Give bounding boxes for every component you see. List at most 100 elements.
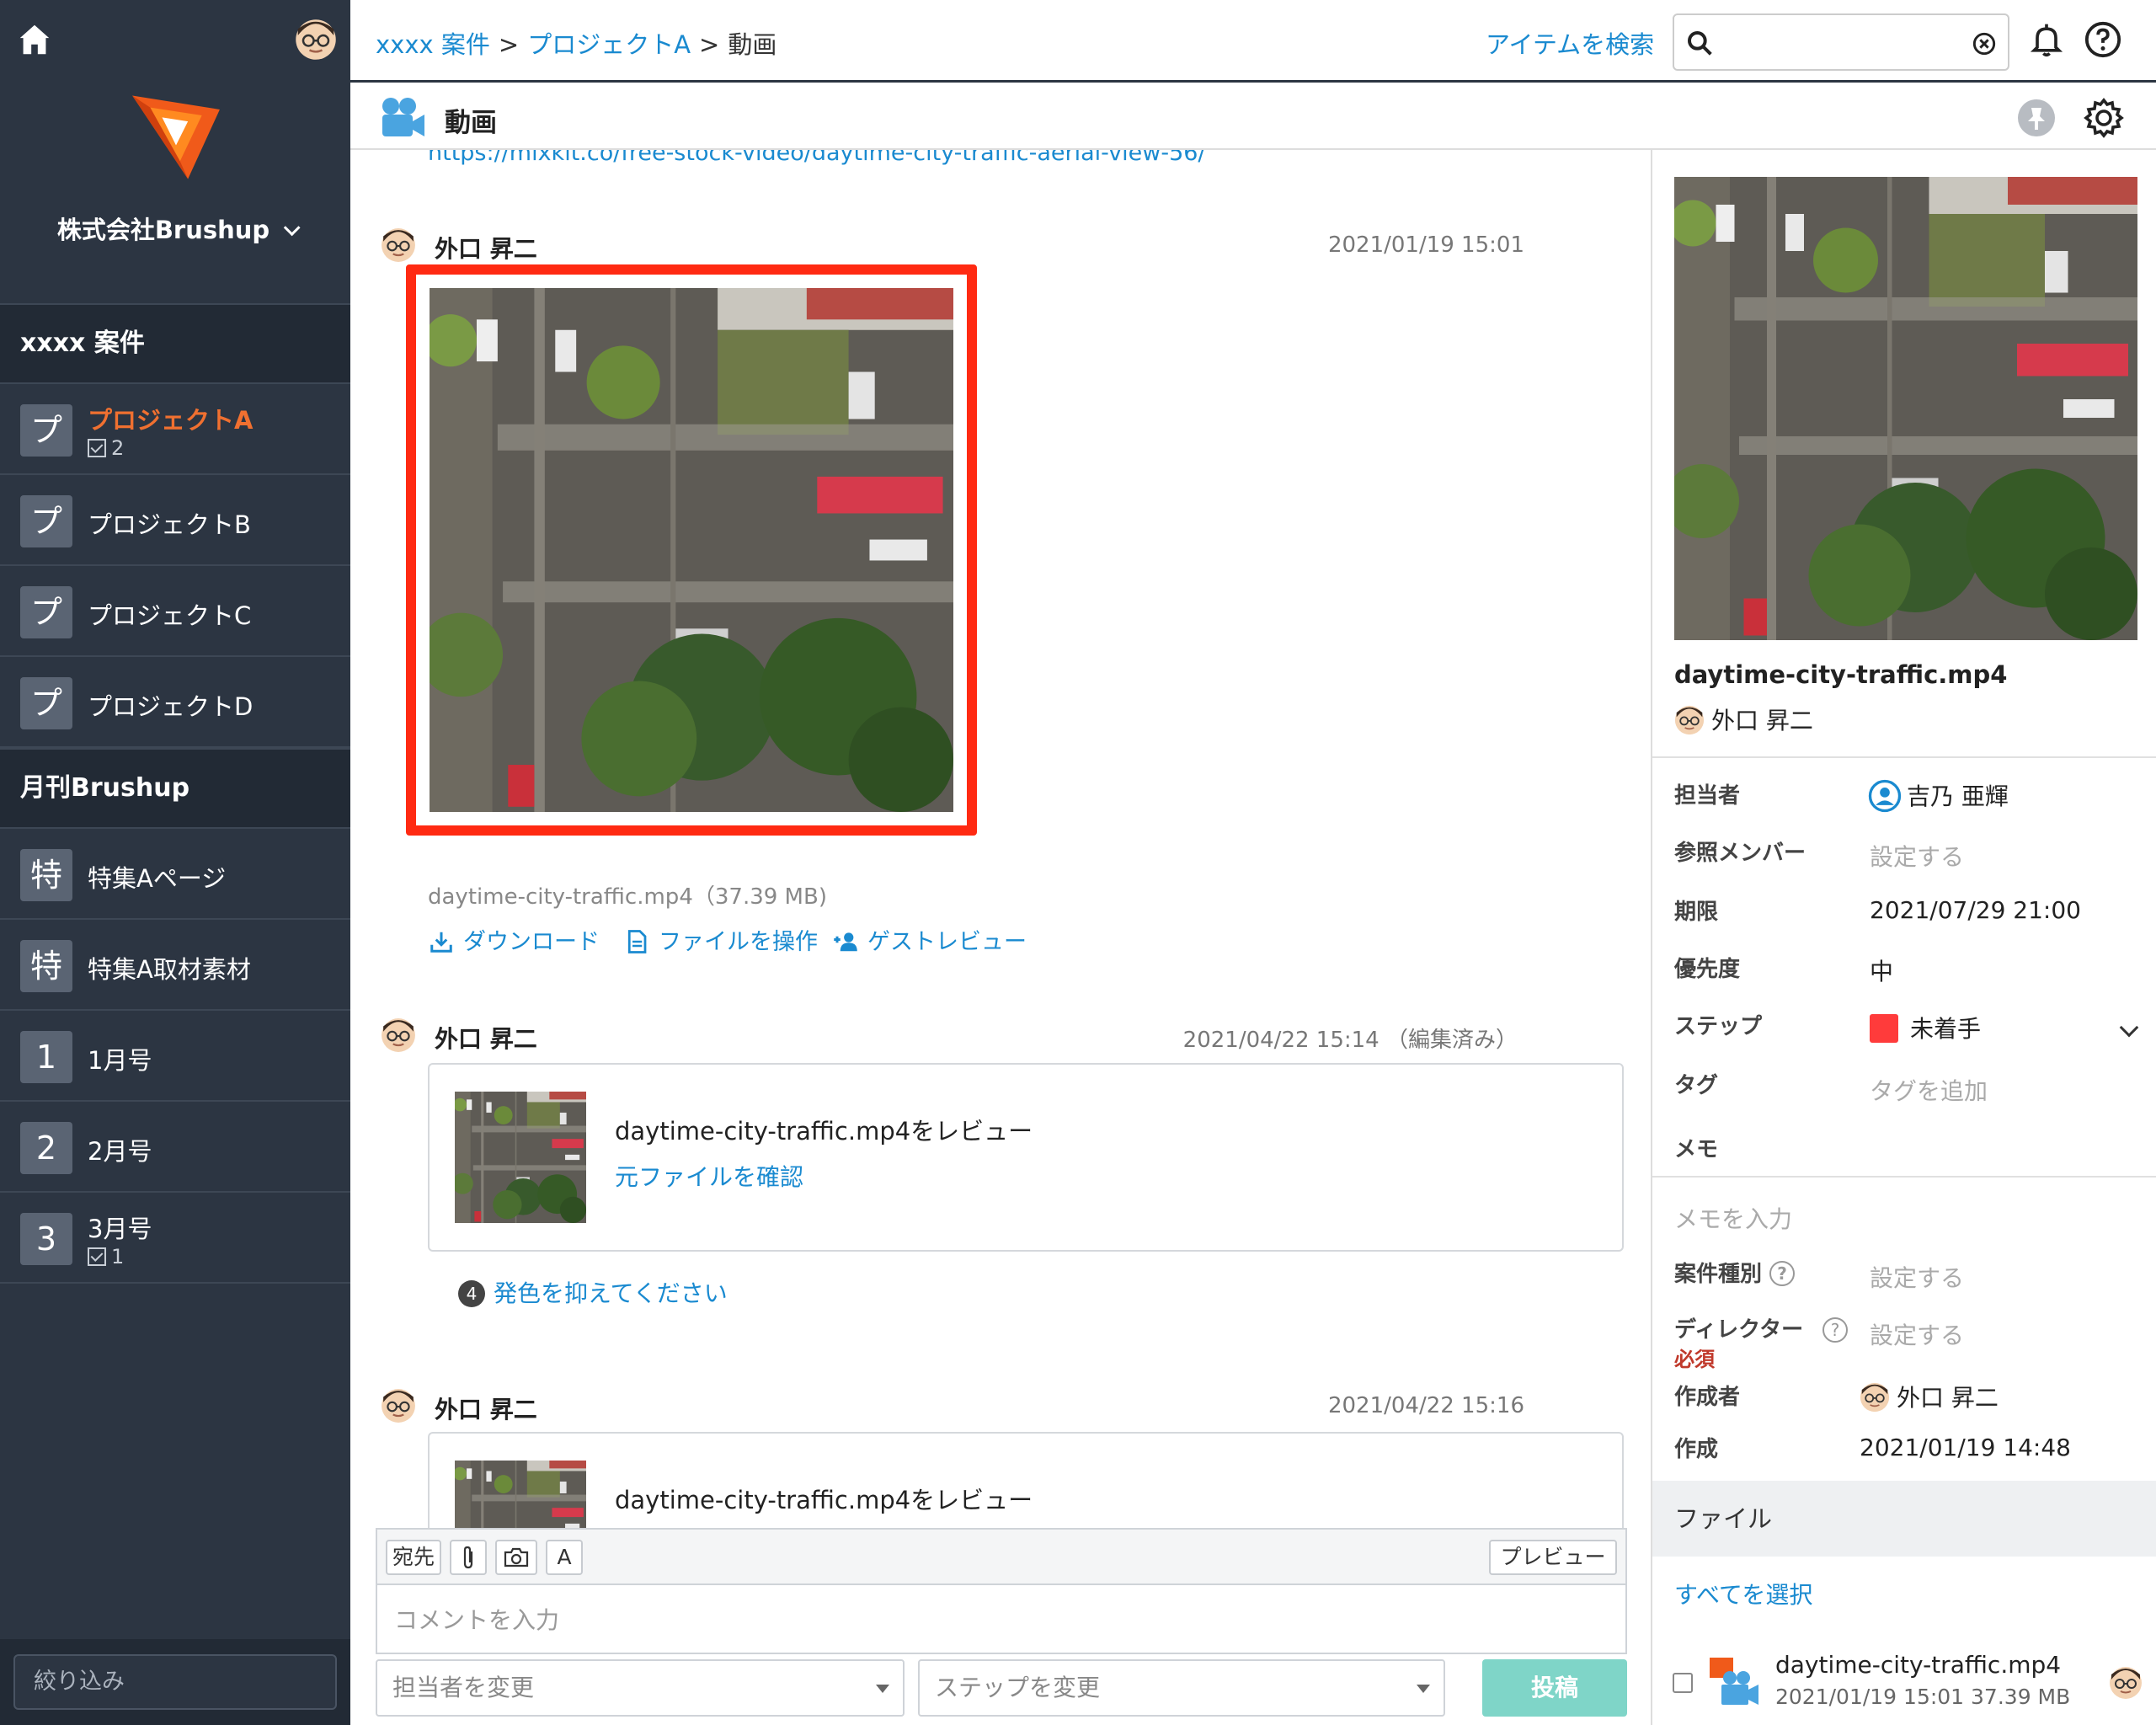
post-timestamp: 2021/01/19 15:01 [1327,232,1524,258]
case-type-value[interactable]: 設定する [1870,1260,1964,1294]
sidebar-item-project-a[interactable]: プ プロジェクトA 2 [0,384,350,475]
step-select[interactable]: ステップを変更 [918,1659,1445,1717]
task-count-value: 2 [111,436,125,460]
video-thumbnail-highlighted[interactable] [406,264,977,836]
breadcrumb-current: 動画 [728,30,777,59]
search-items-link[interactable]: アイテムを検索 [1486,25,1654,61]
filter-input[interactable]: 絞り込み [13,1654,337,1710]
help-icon[interactable] [2084,20,2122,59]
company-switcher[interactable]: 株式会社Brushup [0,211,350,246]
sidebar-item-label: 特集Aページ [88,864,227,893]
comment-feed[interactable]: https://mixkit.co/free-stock-video/dayti… [350,150,1651,1528]
sidebar-item-project-c[interactable]: プ プロジェクトC [0,566,350,657]
case-type-label: 案件種別 ? [1674,1257,1796,1288]
review-thumbnail [455,1092,586,1223]
add-tag-link[interactable]: タグを追加 [1870,1073,1988,1107]
pin-icon[interactable] [2016,98,2057,138]
breadcrumb-project[interactable]: プロジェクトA [527,30,691,59]
company-name: 株式会社Brushup [56,216,270,244]
sidebar-section-cases[interactable]: xxxx 案件 [0,303,350,384]
checkbox-icon [88,439,106,457]
project-tile: 1 [20,1031,72,1083]
sidebar-item-february[interactable]: 2 2月号 [0,1102,350,1193]
post-timestamp: 2021/04/22 15:16 [1327,1393,1524,1418]
avatar [381,1388,416,1423]
camera-button[interactable] [495,1540,537,1575]
post-button[interactable]: 投稿 [1482,1659,1627,1717]
sidebar-item-label: プロジェクトC [88,601,252,630]
chevron-down-icon[interactable] [2119,1017,2139,1038]
video-thumbnail [430,288,953,812]
divider [1652,756,2156,758]
chevron-down-icon [283,219,301,237]
post-timestamp: 2021/04/22 15:14 （編集済み） [1182,1028,1518,1053]
preview-button[interactable]: プレビュー [1489,1540,1617,1575]
sidebar-item-project-b[interactable]: プ プロジェクトB [0,475,350,566]
sidebar-item-label: プロジェクトD [88,692,253,721]
file-name[interactable]: daytime-city-traffic.mp4 [1775,1651,2061,1679]
paperclip-icon [463,1546,473,1569]
step-value[interactable]: 未着手 [1870,1011,1981,1044]
checkbox-icon [88,1247,106,1266]
sidebar-item-feature-a[interactable]: 特 特集Aページ [0,829,350,920]
review-comment-link[interactable]: 4 発色を抑えてください [458,1275,728,1309]
review-card[interactable]: daytime-city-traffic.mp4をレビュー [428,1432,1624,1528]
project-tile: プ [20,495,72,547]
download-icon [430,932,452,953]
guest-review-link[interactable]: ゲストレビュー [832,923,1027,956]
attach-button[interactable] [450,1540,487,1575]
sidebar-item-feature-a-material[interactable]: 特 特集A取材素材 [0,920,350,1011]
file-operation-link[interactable]: ファイルを操作 [623,923,818,956]
text-format-button[interactable]: A [546,1540,583,1575]
help-icon[interactable]: ? [1769,1261,1796,1286]
help-icon[interactable]: ? [1822,1317,1848,1343]
priority-label: 優先度 [1674,957,1741,982]
members-value[interactable]: 設定する [1870,839,1964,873]
comment-composer: 宛先 A プレビュー コメントを入力 [376,1528,1627,1654]
comment-input[interactable]: コメントを入力 [394,1602,559,1636]
due-value[interactable]: 2021/07/29 21:00 [1870,896,2081,924]
assignee-value[interactable]: 吉乃 亜輝 [1868,778,2009,813]
sidebar-section-magazine[interactable]: 月刊Brushup [0,748,350,829]
tag-label: タグ [1674,1073,1719,1098]
files-section-header: ファイル [1652,1481,2156,1557]
memo-input[interactable]: メモを入力 [1674,1201,1792,1235]
topbar: xxxx 案件 > プロジェクトA > 動画 アイテムを検索 [350,0,2156,83]
gear-icon[interactable] [2084,98,2124,138]
assignee-select-label: 担当者を変更 [392,1674,535,1701]
priority-value[interactable]: 中 [1870,953,1893,987]
mention-button[interactable]: 宛先 [386,1540,441,1575]
sidebar-item-january[interactable]: 1 1月号 [0,1011,350,1102]
sidebar-item-march[interactable]: 3 3月号 1 [0,1193,350,1284]
source-url-link[interactable]: https://mixkit.co/free-stock-video/dayti… [428,150,1206,166]
breadcrumb-case[interactable]: xxxx 案件 [376,30,490,59]
created-label: 作成 [1674,1437,1719,1462]
sidebar-item-label: 3月号 [88,1215,152,1243]
home-icon[interactable] [15,20,54,59]
assignee-name: 吉乃 亜輝 [1907,782,2009,810]
download-link[interactable]: ダウンロード [428,923,600,956]
user-avatar[interactable] [295,19,337,61]
assignee-select[interactable]: 担当者を変更 [376,1659,905,1717]
sidebar-item-label: 1月号 [88,1046,152,1075]
search-input[interactable] [1673,13,2009,71]
bell-icon[interactable] [2028,20,2065,59]
download-label: ダウンロード [463,929,600,955]
director-value[interactable]: 設定する [1870,1317,1964,1351]
clear-icon[interactable] [1972,32,1996,56]
caret-down-icon [876,1685,889,1693]
case-type-text: 案件種別 [1674,1262,1763,1287]
assignee-label: 担当者 [1674,783,1741,809]
creator-label: 作成者 [1674,1385,1741,1410]
file-checkbox[interactable] [1673,1673,1693,1693]
sidebar-item-project-d[interactable]: プ プロジェクトD [0,657,350,748]
view-original-link[interactable]: 元ファイルを確認 [615,1159,803,1193]
due-label: 期限 [1674,900,1719,925]
item-author: 外口 昇二 [1674,702,1813,736]
review-card[interactable]: daytime-city-traffic.mp4をレビュー 元ファイルを確認 [428,1063,1624,1252]
project-tile: 3 [20,1213,72,1265]
preview-thumbnail[interactable] [1674,177,2137,640]
document-icon [627,930,647,953]
item-author-name: 外口 昇二 [1711,707,1813,734]
select-all-link[interactable]: すべてを選択 [1674,1577,1812,1610]
